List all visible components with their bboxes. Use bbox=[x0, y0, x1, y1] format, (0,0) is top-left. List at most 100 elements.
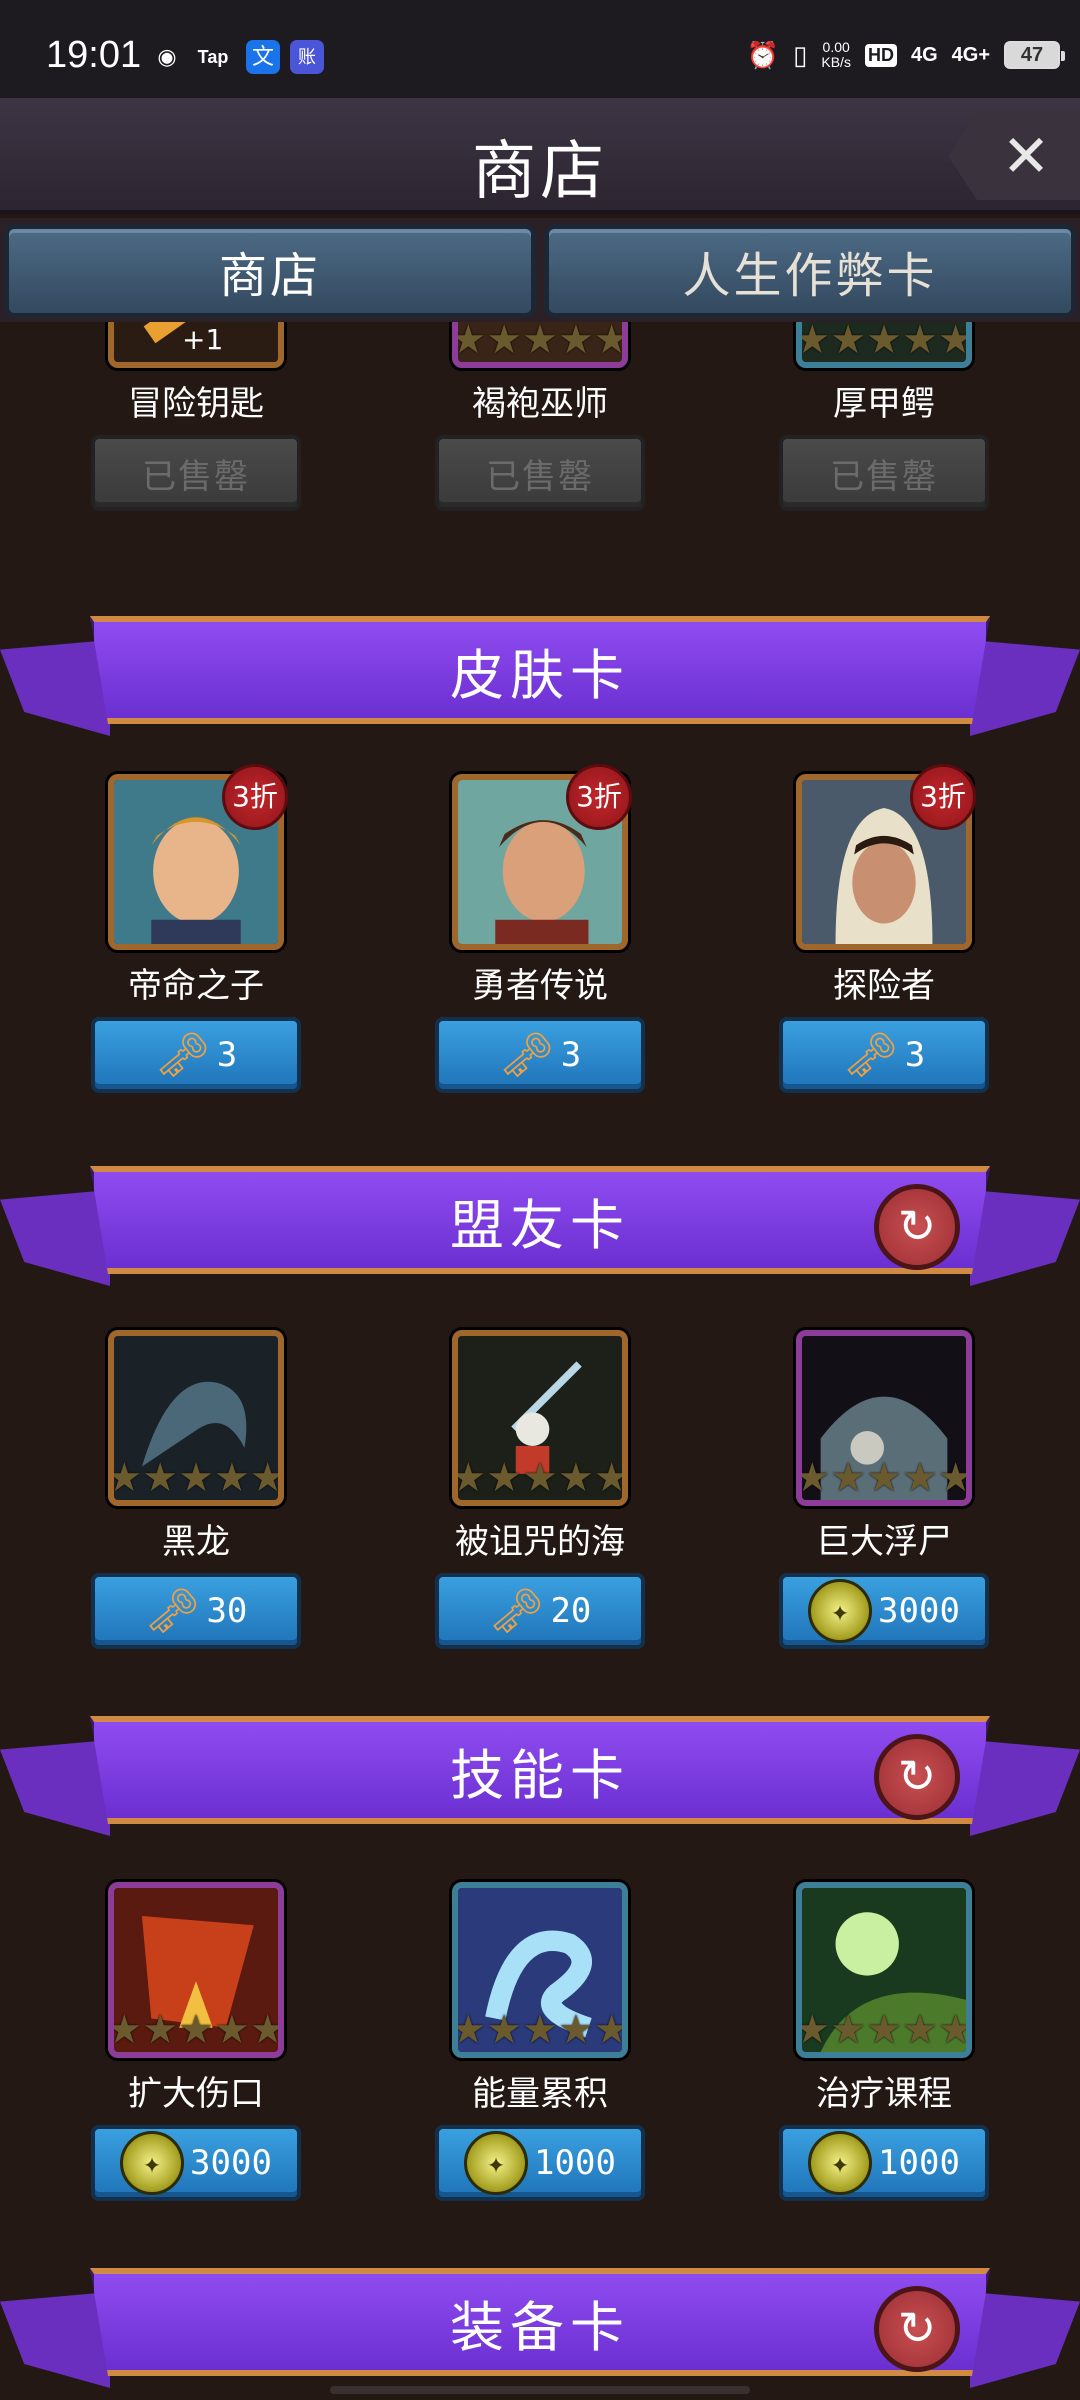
alipay-icon: 文 bbox=[246, 40, 280, 74]
item-name: 被诅咒的海 bbox=[455, 1522, 625, 1562]
item-thumbnail: ★ ★ ★ ★ ★ bbox=[796, 1330, 972, 1506]
buy-button[interactable]: ✦ 1000 bbox=[435, 2125, 645, 2201]
buy-button[interactable]: ✦ 1000 bbox=[779, 2125, 989, 2201]
section-banner-skin: 皮肤卡 bbox=[0, 612, 1080, 752]
skin-card[interactable]: 3折 探险者 🗝 3 bbox=[764, 764, 1004, 1093]
coin-icon: ✦ bbox=[808, 1579, 873, 1643]
skin-card[interactable]: 3折 帝命之子 🗝 3 bbox=[76, 764, 316, 1093]
section-title: 皮肤卡 bbox=[90, 616, 990, 724]
item-thumbnail: ★ ★ ★ ★ ★ bbox=[108, 1882, 284, 2058]
item-name: 冒险钥匙 bbox=[128, 384, 264, 424]
price-value: 30 bbox=[206, 1591, 248, 1631]
item-thumbnail: ★ ★ ★ ★ ★ bbox=[108, 1330, 284, 1506]
discount-badge: 3折 bbox=[910, 764, 976, 830]
status-indicators: ⏰ ▯ 0.00 KB/s HD 4G 4G+ 47 bbox=[746, 32, 1065, 78]
item-name: 厚甲鳄 bbox=[833, 384, 935, 424]
discount-badge: 3折 bbox=[566, 764, 632, 830]
section-banner-ally: 盟友卡 ↻ bbox=[0, 1162, 1080, 1302]
signal-4g-plus: 4G+ bbox=[951, 43, 990, 66]
key-icon: 🗝 bbox=[842, 1030, 899, 1081]
discount-badge: 3折 bbox=[222, 764, 288, 830]
section-banner-skill: 技能卡 ↻ bbox=[0, 1712, 1080, 1852]
buy-button[interactable]: 🗝 3 bbox=[91, 1017, 301, 1093]
coin-icon: ✦ bbox=[120, 2131, 185, 2195]
price-value: 1000 bbox=[878, 2143, 960, 2183]
ally-card[interactable]: ★ ★ ★ ★ ★ 被诅咒的海 🗝 20 bbox=[420, 1330, 660, 1649]
item-name: 治疗课程 bbox=[816, 2074, 952, 2114]
tab-life-cheat-card[interactable]: 人生作弊卡 bbox=[544, 224, 1076, 318]
refresh-icon: ↻ bbox=[897, 1199, 937, 1253]
star-rating: ★ ★ ★ ★ ★ bbox=[108, 1455, 284, 1501]
refresh-button[interactable]: ↻ bbox=[874, 2286, 960, 2372]
key-icon: 🗝 bbox=[498, 1030, 555, 1081]
item-thumbnail: ★ ★ ★ ★ ★ bbox=[452, 1330, 628, 1506]
shop-item[interactable]: ★ ★ ★ ★ ★ 厚甲鳄 已售罄 bbox=[764, 322, 1004, 511]
price-value: 20 bbox=[550, 1591, 592, 1631]
key-icon: 🗝 bbox=[488, 1586, 545, 1637]
item-thumbnail: ★ ★ ★ ★ ★ bbox=[796, 1882, 972, 2058]
item-name: 扩大伤口 bbox=[128, 2074, 264, 2114]
skill-card[interactable]: ★ ★ ★ ★ ★ 扩大伤口 ✦ 3000 bbox=[76, 1882, 316, 2201]
sold-out-button: 已售罄 bbox=[91, 435, 301, 511]
item-name: 勇者传说 bbox=[472, 966, 608, 1006]
tap-icon: Tap bbox=[197, 47, 229, 67]
star-rating: ★ ★ ★ ★ ★ bbox=[796, 1455, 972, 1501]
item-thumbnail: ★ ★ ★ ★ ★ bbox=[796, 322, 972, 368]
skill-card[interactable]: ★ ★ ★ ★ ★ 能量累积 ✦ 1000 bbox=[420, 1882, 660, 2201]
vibrate-icon: ▯ bbox=[793, 39, 808, 70]
price-value: 3 bbox=[216, 1035, 238, 1075]
shop-item[interactable]: +1 冒险钥匙 已售罄 bbox=[76, 322, 316, 511]
price-value: 3000 bbox=[190, 2143, 272, 2183]
tab-bar: 商店 人生作弊卡 bbox=[0, 218, 1080, 322]
item-name: 黑龙 bbox=[162, 1522, 230, 1562]
alarm-icon: ⏰ bbox=[746, 39, 780, 70]
item-name: 能量累积 bbox=[472, 2074, 608, 2114]
star-rating: ★ ★ ★ ★ ★ bbox=[452, 322, 628, 363]
star-rating: ★ ★ ★ ★ ★ bbox=[108, 2007, 284, 2053]
star-rating: ★ ★ ★ ★ ★ bbox=[796, 2007, 972, 2053]
price-value: 1000 bbox=[534, 2143, 616, 2183]
item-name: 探险者 bbox=[833, 966, 935, 1006]
skin-card[interactable]: 3折 勇者传说 🗝 3 bbox=[420, 764, 660, 1093]
star-rating: ★ ★ ★ ★ ★ bbox=[452, 1455, 628, 1501]
refresh-button[interactable]: ↻ bbox=[874, 1184, 960, 1270]
shop-content[interactable]: +1 冒险钥匙 已售罄 ★ ★ ★ ★ ★ 褐袍巫师 已售罄 ★ ★ ★ ★ ★ 厚甲鳄 已售罄 bbox=[0, 322, 1080, 2400]
wechat-icon: ◉ bbox=[157, 44, 177, 69]
item-thumbnail: +1 bbox=[108, 322, 284, 368]
price-value: 3000 bbox=[878, 1591, 960, 1631]
ally-card[interactable]: ★ ★ ★ ★ ★ 巨大浮尸 ✦ 3000 bbox=[764, 1330, 1004, 1649]
ledger-icon: 账 bbox=[290, 40, 324, 74]
battery-icon: 47 bbox=[1004, 41, 1065, 69]
item-overlay: +1 bbox=[182, 323, 224, 356]
sold-out-button: 已售罄 bbox=[435, 435, 645, 511]
buy-button[interactable]: 🗝 30 bbox=[91, 1573, 301, 1649]
buy-button[interactable]: 🗝 3 bbox=[779, 1017, 989, 1093]
status-time: 19:01 bbox=[46, 34, 142, 76]
shop-item[interactable]: ★ ★ ★ ★ ★ 褐袍巫师 已售罄 bbox=[420, 322, 660, 511]
item-name: 帝命之子 bbox=[128, 966, 264, 1006]
coin-icon: ✦ bbox=[808, 2131, 873, 2195]
refresh-button[interactable]: ↻ bbox=[874, 1734, 960, 1820]
item-name: 巨大浮尸 bbox=[816, 1522, 952, 1562]
tab-shop[interactable]: 商店 bbox=[4, 224, 536, 318]
buy-button[interactable]: ✦ 3000 bbox=[91, 2125, 301, 2201]
star-rating: ★ ★ ★ ★ ★ bbox=[796, 322, 972, 363]
ally-card[interactable]: ★ ★ ★ ★ ★ 黑龙 🗝 30 bbox=[76, 1330, 316, 1649]
net-speed: 0.00 KB/s bbox=[821, 39, 851, 70]
buy-button[interactable]: 🗝 20 bbox=[435, 1573, 645, 1649]
item-thumbnail: ★ ★ ★ ★ ★ bbox=[452, 1882, 628, 2058]
section-title: 盟友卡 bbox=[90, 1166, 990, 1274]
coin-icon: ✦ bbox=[464, 2131, 529, 2195]
key-icon: 🗝 bbox=[154, 1030, 211, 1081]
refresh-icon: ↻ bbox=[897, 2301, 937, 2355]
price-value: 3 bbox=[560, 1035, 582, 1075]
skill-card[interactable]: ★ ★ ★ ★ ★ 治疗课程 ✦ 1000 bbox=[764, 1882, 1004, 2201]
buy-button[interactable]: ✦ 3000 bbox=[779, 1573, 989, 1649]
signal-4g: 4G bbox=[910, 43, 938, 66]
page-title: 商店 bbox=[472, 135, 608, 209]
status-bar: 19:01 ◉ Tap 文 账 ⏰ ▯ 0.00 KB/s HD 4G 4G+ … bbox=[0, 0, 1080, 98]
close-icon: ✕ bbox=[1001, 122, 1051, 190]
home-indicator[interactable] bbox=[330, 2386, 750, 2394]
refresh-icon: ↻ bbox=[897, 1749, 937, 1803]
buy-button[interactable]: 🗝 3 bbox=[435, 1017, 645, 1093]
